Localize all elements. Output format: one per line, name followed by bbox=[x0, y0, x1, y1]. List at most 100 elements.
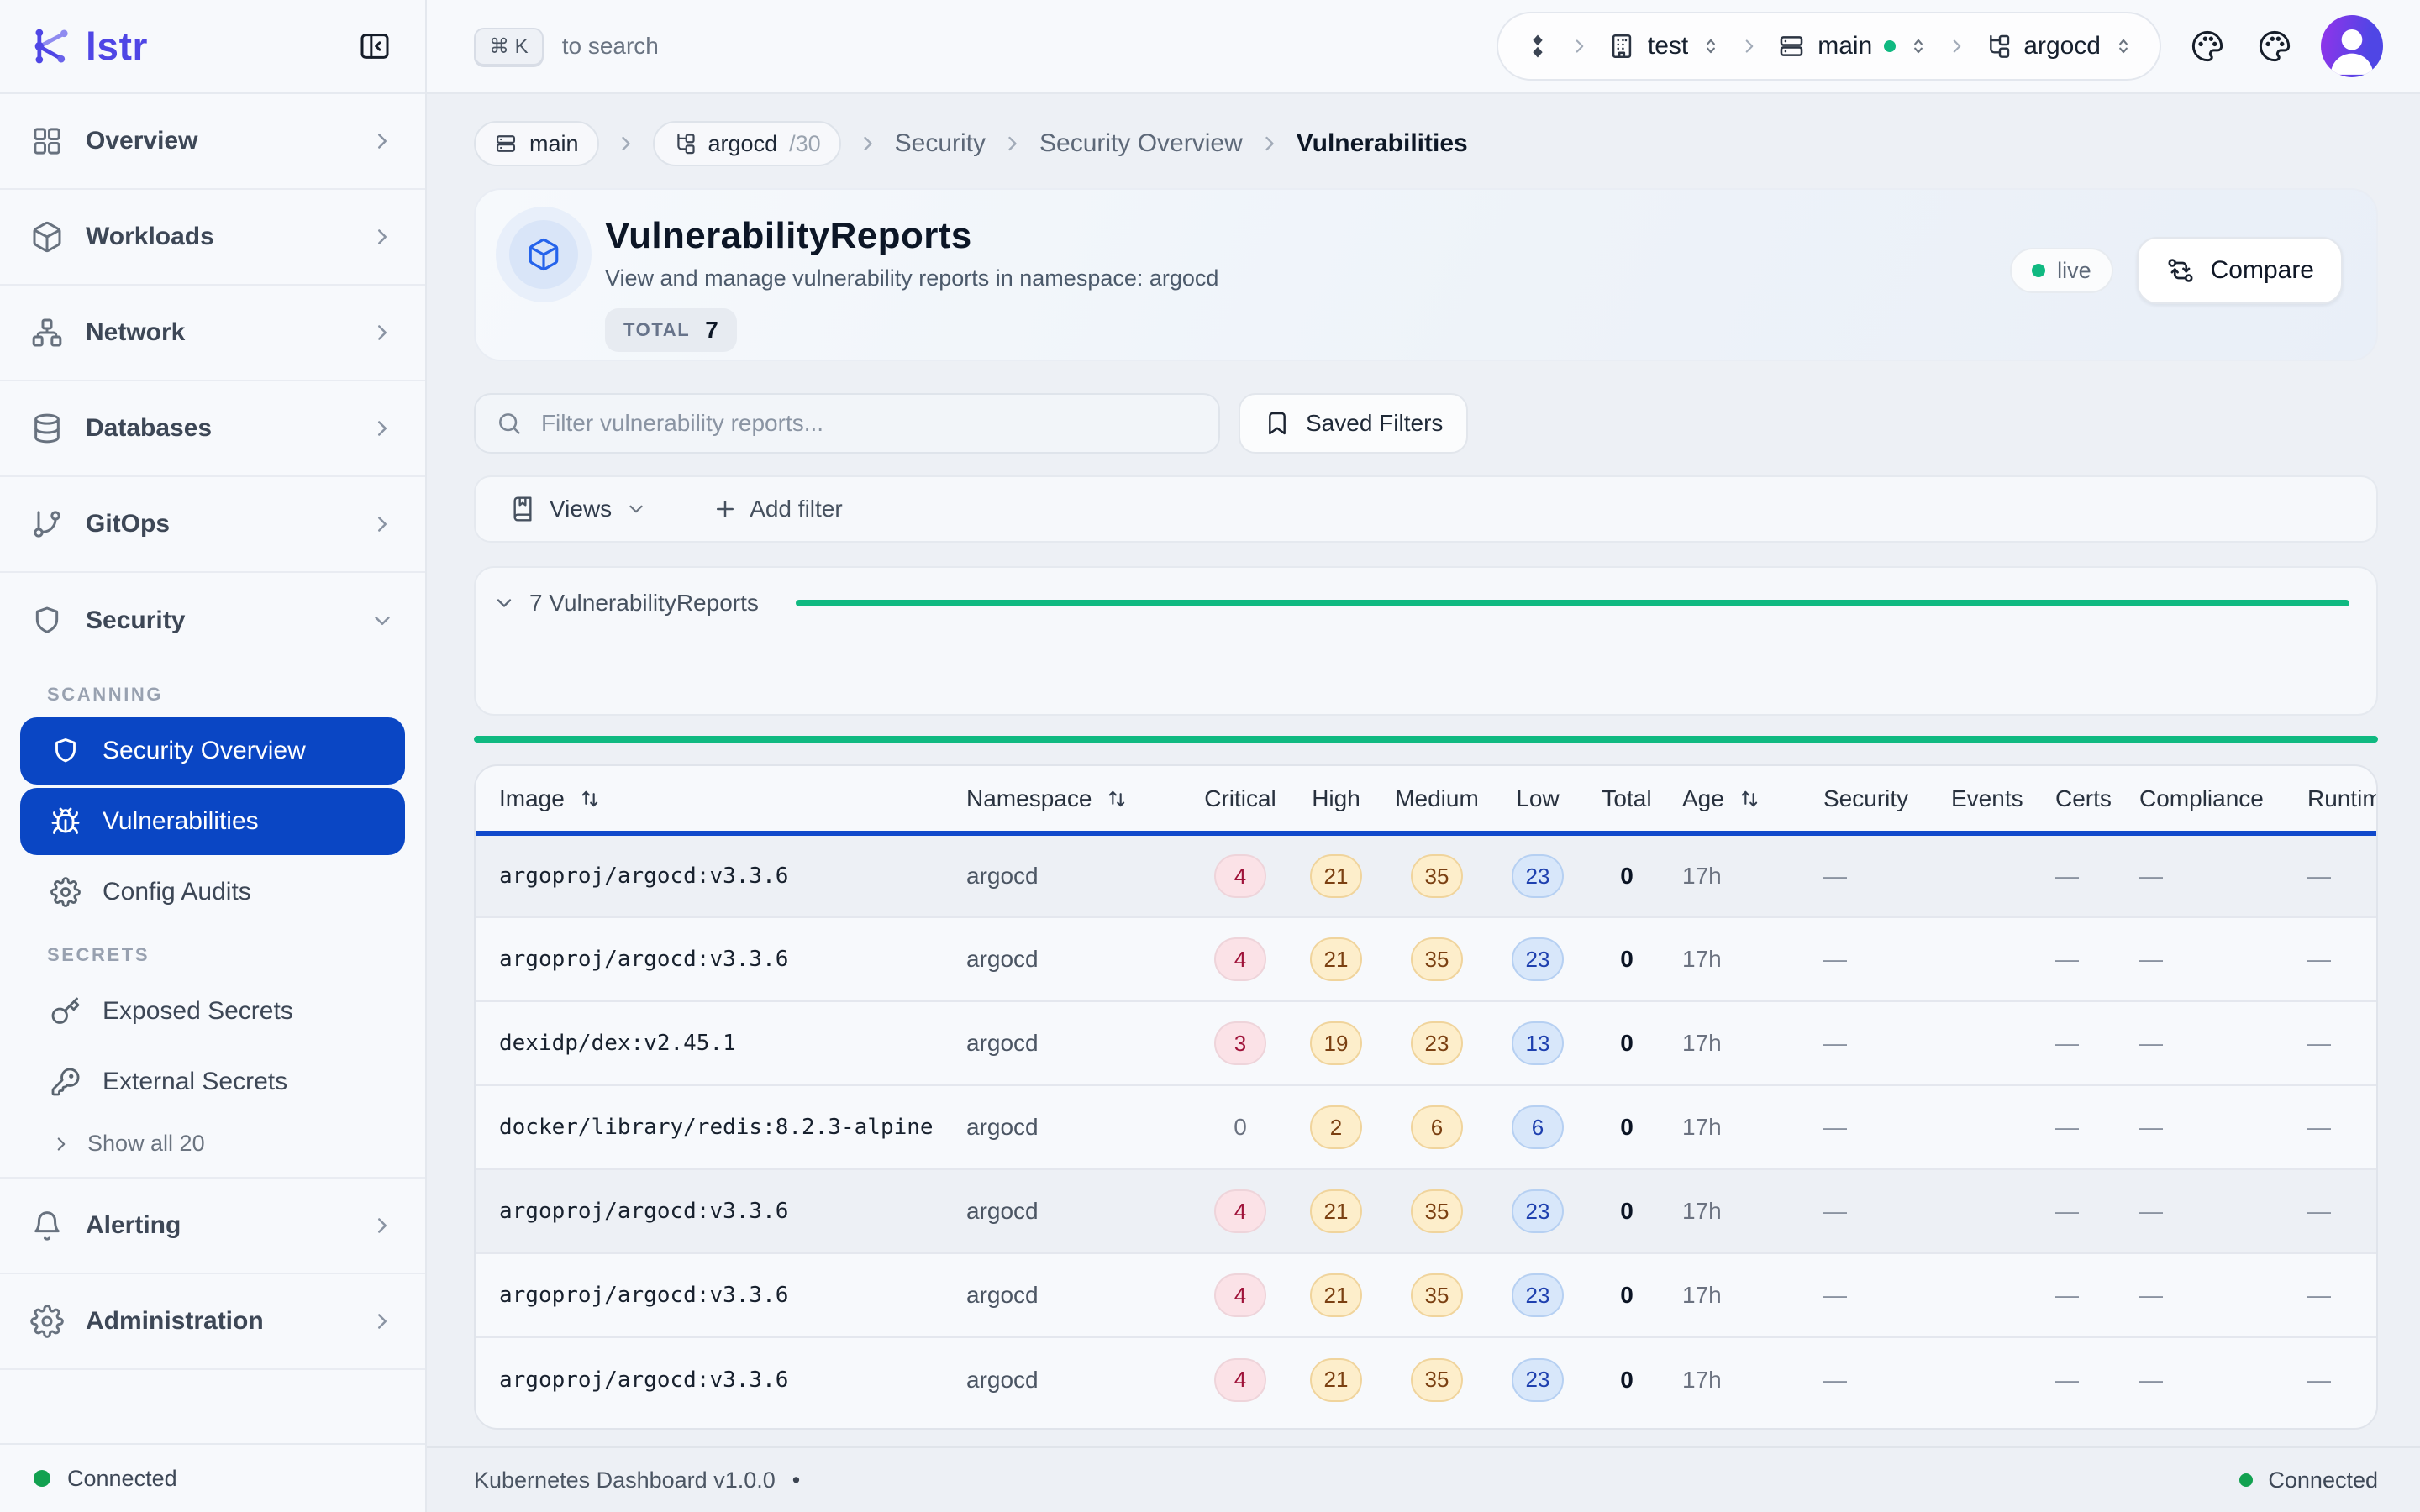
sidebar-item-external-secrets[interactable]: External Secrets bbox=[20, 1048, 405, 1116]
search-shortcut-kbd[interactable]: ⌘ K bbox=[474, 28, 544, 66]
sidebar-item-security-overview[interactable]: Security Overview bbox=[20, 717, 405, 785]
cell-compliance: — bbox=[2126, 833, 2294, 917]
cell-high: 21 bbox=[1289, 1253, 1383, 1337]
chevron-right-icon bbox=[1739, 35, 1760, 57]
cell-high: 2 bbox=[1289, 1085, 1383, 1169]
server-selector[interactable]: main bbox=[1777, 32, 1929, 60]
cell-image: argoproj/argocd:v3.3.6 bbox=[476, 1169, 953, 1253]
sidebar-item-network[interactable]: Network bbox=[0, 286, 425, 381]
filter-input[interactable] bbox=[538, 408, 1198, 438]
column-header-security[interactable]: Security bbox=[1810, 766, 1938, 833]
column-header-compliance[interactable]: Compliance bbox=[2126, 766, 2294, 833]
sidebar-item-config-audits[interactable]: Config Audits bbox=[20, 858, 405, 926]
sidebar: lstr Overview Workloads Network bbox=[0, 0, 427, 1512]
column-header-runtime[interactable]: Runtime bbox=[2294, 766, 2378, 833]
breadcrumb-server-pill[interactable]: main bbox=[474, 121, 599, 166]
resource-cube-icon bbox=[509, 220, 578, 289]
color-palette-button[interactable] bbox=[2254, 25, 2296, 67]
sidebar-item-label: External Secrets bbox=[103, 1068, 287, 1096]
table-row[interactable]: argoproj/argocd:v3.3.6argocd4213523017h—… bbox=[476, 917, 2378, 1001]
sidebar-item-label: Vulnerabilities bbox=[103, 807, 259, 836]
column-header-events[interactable]: Events bbox=[1938, 766, 2042, 833]
table-row[interactable]: argoproj/argocd:v3.3.6argocd4213523017h—… bbox=[476, 833, 2378, 917]
sidebar-item-label: Security bbox=[86, 606, 185, 635]
cell-total: 0 bbox=[1585, 1337, 1669, 1421]
views-dropdown[interactable]: Views bbox=[499, 494, 657, 524]
column-header-total[interactable]: Total bbox=[1585, 766, 1669, 833]
connection-status-label: Connected bbox=[67, 1466, 177, 1492]
severity-progress-bar bbox=[796, 600, 2349, 606]
person-icon bbox=[2321, 15, 2383, 77]
cell-namespace: argocd bbox=[953, 1085, 1192, 1169]
chevron-down-icon bbox=[492, 591, 516, 615]
reports-panel-header[interactable]: 7 VulnerabilityReports bbox=[492, 590, 2349, 617]
table-row[interactable]: argoproj/argocd:v3.3.6argocd4213523017h—… bbox=[476, 1253, 2378, 1337]
table-row[interactable]: argoproj/argocd:v3.3.6argocd4213523017h—… bbox=[476, 1169, 2378, 1253]
filter-input-box bbox=[474, 393, 1220, 454]
medium-count-badge: 35 bbox=[1411, 854, 1463, 898]
cell-runtime: — bbox=[2294, 1001, 2378, 1085]
cell-critical: 4 bbox=[1192, 833, 1289, 917]
topbar-right: test main argocd bbox=[1497, 12, 2383, 81]
compare-button[interactable]: Compare bbox=[2137, 237, 2343, 304]
table-row[interactable]: docker/library/redis:8.2.3-alpineargocd0… bbox=[476, 1085, 2378, 1169]
column-header-low[interactable]: Low bbox=[1491, 766, 1585, 833]
sidebar-item-vulnerabilities[interactable]: Vulnerabilities bbox=[20, 788, 405, 855]
breadcrumb-current: Vulnerabilities bbox=[1297, 129, 1468, 158]
breadcrumb-security[interactable]: Security bbox=[895, 129, 986, 158]
column-header-age[interactable]: Age bbox=[1669, 766, 1810, 833]
breadcrumb-security-overview[interactable]: Security Overview bbox=[1039, 129, 1243, 158]
layers-icon[interactable] bbox=[1523, 32, 1552, 60]
cell-certs: — bbox=[2042, 1253, 2126, 1337]
sidebar-item-exposed-secrets[interactable]: Exposed Secrets bbox=[20, 978, 405, 1045]
live-label: live bbox=[2057, 258, 2091, 284]
table-row[interactable]: argoproj/argocd:v3.3.6argocd4213523017h—… bbox=[476, 1337, 2378, 1421]
gear-icon bbox=[50, 877, 81, 907]
column-header-namespace[interactable]: Namespace bbox=[953, 766, 1192, 833]
namespace-selector[interactable]: argocd bbox=[1985, 32, 2134, 60]
add-filter-label: Add filter bbox=[750, 496, 843, 522]
cell-high: 21 bbox=[1289, 833, 1383, 917]
total-badge: TOTAL 7 bbox=[605, 308, 737, 352]
column-header-image[interactable]: Image bbox=[476, 766, 953, 833]
sidebar-item-alerting[interactable]: Alerting bbox=[0, 1179, 425, 1274]
saved-filters-button[interactable]: Saved Filters bbox=[1239, 393, 1468, 454]
breadcrumb-namespace-pill[interactable]: argocd /30 bbox=[653, 121, 841, 166]
sidebar-item-overview[interactable]: Overview bbox=[0, 94, 425, 190]
chevron-right-icon bbox=[370, 129, 395, 154]
sidebar-collapse-button[interactable] bbox=[355, 26, 395, 66]
filter-row: Saved Filters bbox=[474, 393, 2378, 454]
sidebar-item-workloads[interactable]: Workloads bbox=[0, 190, 425, 286]
logo-text: lstr bbox=[86, 24, 148, 69]
sidebar-item-gitops[interactable]: GitOps bbox=[0, 477, 425, 573]
chevron-right-icon bbox=[370, 1309, 395, 1334]
add-filter-button[interactable]: Add filter bbox=[702, 494, 853, 524]
column-header-medium[interactable]: Medium bbox=[1383, 766, 1491, 833]
cell-total: 0 bbox=[1585, 1253, 1669, 1337]
cell-security: — bbox=[1810, 917, 1938, 1001]
cluster-selector[interactable]: test bbox=[1607, 32, 1722, 60]
main-area: ⌘ K to search test main bbox=[427, 0, 2420, 1512]
sidebar-item-administration[interactable]: Administration bbox=[0, 1274, 425, 1370]
chevron-right-icon bbox=[370, 224, 395, 249]
critical-count-badge: 4 bbox=[1214, 937, 1266, 981]
column-header-certs[interactable]: Certs bbox=[2042, 766, 2126, 833]
cell-compliance: — bbox=[2126, 1085, 2294, 1169]
user-avatar[interactable] bbox=[2321, 15, 2383, 77]
low-count-badge: 23 bbox=[1512, 1273, 1564, 1317]
cell-events bbox=[1938, 1253, 2042, 1337]
cell-runtime: — bbox=[2294, 833, 2378, 917]
theme-palette-button[interactable] bbox=[2186, 25, 2228, 67]
sidebar-item-security[interactable]: Security bbox=[0, 573, 425, 669]
column-header-high[interactable]: High bbox=[1289, 766, 1383, 833]
total-value: 7 bbox=[705, 317, 718, 344]
sidebar-item-databases[interactable]: Databases bbox=[0, 381, 425, 477]
book-icon bbox=[509, 496, 536, 522]
medium-count-badge: 35 bbox=[1411, 1358, 1463, 1402]
column-header-critical[interactable]: Critical bbox=[1192, 766, 1289, 833]
table-row[interactable]: dexidp/dex:v2.45.1argocd3192313017h———— bbox=[476, 1001, 2378, 1085]
cell-high: 21 bbox=[1289, 1169, 1383, 1253]
sidebar-show-all[interactable]: Show all 20 bbox=[0, 1119, 425, 1163]
sidebar-item-label: Exposed Secrets bbox=[103, 997, 293, 1026]
cell-low: 23 bbox=[1491, 1337, 1585, 1421]
